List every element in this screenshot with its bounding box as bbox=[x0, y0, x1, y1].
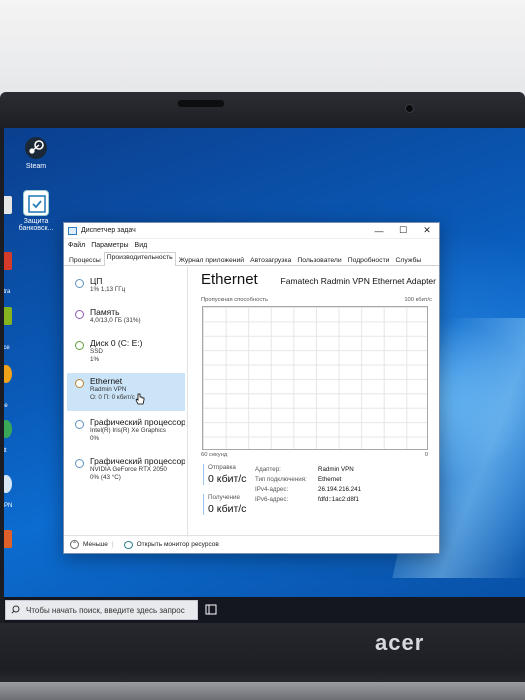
tab-strip: Процессы Производительность Журнал прило… bbox=[64, 252, 439, 266]
resource-detail: Intel(R) Iris(R) Xe Graphics bbox=[90, 427, 166, 434]
time-label: 60 секунд bbox=[201, 452, 228, 458]
menu-bar: Файл Параметры Вид bbox=[64, 239, 439, 252]
task-manager-window: Диспетчер задач — ☐ ✕ Файл Параметры Вид… bbox=[63, 222, 440, 554]
receive-value: 0 кбит/с bbox=[208, 503, 247, 515]
laptop-top-bezel bbox=[0, 92, 525, 132]
property-value: 26.194.216.241 bbox=[318, 485, 362, 493]
hand-cursor-icon bbox=[135, 392, 145, 405]
resource-detail: 1% 1,13 ГГц bbox=[90, 286, 126, 293]
resource-detail: SSD bbox=[90, 348, 103, 355]
footer-bar: ⌃ Меньше | Открыть монитор ресурсов bbox=[64, 535, 439, 553]
bank-protection-icon bbox=[23, 190, 49, 216]
adapter-properties: Адаптер: Radmin VPN Тип подключения: Eth… bbox=[255, 464, 435, 504]
property-value: fdfd::1ac2:d8f1 bbox=[318, 495, 359, 503]
property-row: IPv6-адрес: fdfd::1ac2:d8f1 bbox=[255, 494, 435, 504]
laptop-left-bezel bbox=[0, 128, 4, 628]
tab-processes[interactable]: Процессы bbox=[66, 255, 104, 265]
tab-users[interactable]: Пользователи bbox=[294, 255, 344, 265]
gpu0-graph-icon bbox=[75, 420, 84, 429]
time-zero: 0 bbox=[424, 452, 428, 458]
taskbar-search-box[interactable]: Чтобы начать поиск, введите здесь запрос bbox=[5, 600, 198, 620]
property-value: Radmin VPN bbox=[318, 465, 354, 473]
bezel-tab bbox=[178, 100, 224, 107]
menu-file[interactable]: Файл bbox=[68, 242, 85, 249]
property-key: Адаптер: bbox=[255, 465, 281, 473]
property-row: Адаптер: Radmin VPN bbox=[255, 464, 435, 474]
tab-app-history[interactable]: Журнал приложений bbox=[176, 255, 247, 265]
desktop-icon-label: Защита банковск... bbox=[18, 218, 54, 232]
resource-name: Память bbox=[90, 307, 120, 317]
resource-name: Графический процессор 1 bbox=[90, 456, 185, 466]
disk-graph-icon bbox=[75, 341, 84, 350]
tab-startup[interactable]: Автозагрузка bbox=[247, 255, 294, 265]
ethernet-details: Ethernet Famatech Radmin VPN Ethernet Ad… bbox=[200, 267, 436, 537]
resource-disk[interactable]: Диск 0 (C: E:) SSD 1% bbox=[67, 335, 185, 369]
resource-gpu-0[interactable]: Графический процессор 0 Intel(R) Iris(R)… bbox=[67, 414, 185, 452]
fewer-details-link[interactable]: Меньше bbox=[83, 541, 108, 548]
maximize-button[interactable]: ☐ bbox=[391, 223, 415, 239]
resource-name: Ethernet bbox=[90, 376, 123, 386]
steam-icon bbox=[23, 135, 49, 161]
window-title: Диспетчер задач bbox=[81, 227, 136, 234]
close-button[interactable]: ✕ bbox=[415, 223, 439, 239]
resource-usage: 0% (43 °C) bbox=[90, 474, 121, 481]
desktop-icon-label: Steam bbox=[25, 163, 47, 170]
laptop-hinge bbox=[0, 682, 525, 700]
open-resource-monitor-link[interactable]: Открыть монитор ресурсов bbox=[137, 541, 219, 548]
resource-name: Графический процессор 0 bbox=[90, 417, 185, 427]
gpu1-graph-icon bbox=[75, 459, 84, 468]
taskbar: Чтобы начать поиск, введите здесь запрос bbox=[0, 597, 525, 623]
resource-list: ЦП 1% 1,13 ГГц Память 4,0/13,0 ГБ (31%) … bbox=[64, 267, 188, 537]
resource-usage: 1% bbox=[90, 356, 100, 363]
tab-details[interactable]: Подробности bbox=[345, 255, 393, 265]
resource-name: ЦП bbox=[90, 276, 103, 286]
send-value: 0 кбит/с bbox=[208, 473, 247, 485]
property-row: IPv4-адрес: 26.194.216.241 bbox=[255, 484, 435, 494]
chevron-up-icon[interactable]: ⌃ bbox=[70, 540, 79, 549]
ethernet-graph-icon bbox=[75, 379, 84, 388]
memory-graph-icon bbox=[75, 310, 84, 319]
receive-label: Получение bbox=[208, 494, 240, 501]
resource-monitor-icon bbox=[123, 540, 133, 549]
capacity-max: 100 кбит/с bbox=[404, 297, 432, 303]
search-icon bbox=[11, 605, 20, 616]
send-stat: Отправка 0 кбит/с bbox=[203, 464, 248, 485]
property-value: Ethernet bbox=[318, 475, 342, 483]
resource-gpu-1[interactable]: Графический процессор 1 NVIDIA GeForce R… bbox=[67, 453, 185, 491]
footer-separator: | bbox=[111, 541, 114, 548]
detail-title: Ethernet bbox=[201, 271, 258, 288]
send-label: Отправка bbox=[208, 464, 236, 471]
task-manager-icon bbox=[68, 226, 77, 235]
property-key: IPv6-адрес: bbox=[255, 495, 289, 503]
receive-stat: Получение 0 кбит/с bbox=[203, 494, 248, 515]
resource-ethernet[interactable]: Ethernet Radmin VPN О: 0 П: 0 кбит/с bbox=[67, 373, 185, 411]
task-view-icon[interactable] bbox=[205, 603, 217, 616]
property-row: Тип подключения: Ethernet bbox=[255, 474, 435, 484]
webcam bbox=[405, 104, 414, 113]
background-wall bbox=[0, 0, 525, 95]
resource-detail: NVIDIA GeForce RTX 2050 bbox=[90, 466, 167, 473]
minimize-button[interactable]: — bbox=[367, 223, 391, 239]
desktop-icon-bank-protection[interactable]: Защита банковск... bbox=[18, 190, 54, 232]
capacity-label: Пропускная способность bbox=[201, 297, 268, 303]
desktop-icon-steam[interactable]: Steam bbox=[18, 135, 54, 170]
adapter-name: Famatech Radmin VPN Ethernet Adapter bbox=[280, 276, 436, 286]
tab-services[interactable]: Службы bbox=[392, 255, 424, 265]
resource-name: Диск 0 (C: E:) bbox=[90, 338, 143, 348]
throughput-graph bbox=[202, 306, 428, 450]
property-key: Тип подключения: bbox=[255, 475, 307, 483]
menu-options[interactable]: Параметры bbox=[91, 242, 128, 249]
property-key: IPv4-адрес: bbox=[255, 485, 289, 493]
performance-pane: ЦП 1% 1,13 ГГц Память 4,0/13,0 ГБ (31%) … bbox=[64, 267, 439, 537]
tab-performance[interactable]: Производительность bbox=[103, 252, 176, 266]
cpu-graph-icon bbox=[75, 279, 84, 288]
menu-view[interactable]: Вид bbox=[135, 242, 148, 249]
resource-usage: 0% bbox=[90, 435, 100, 442]
title-bar[interactable]: Диспетчер задач — ☐ ✕ bbox=[64, 223, 439, 239]
acer-logo: acer bbox=[375, 630, 425, 655]
search-placeholder: Чтобы начать поиск, введите здесь запрос bbox=[26, 605, 185, 615]
resource-detail: 4,0/13,0 ГБ (31%) bbox=[90, 317, 141, 324]
